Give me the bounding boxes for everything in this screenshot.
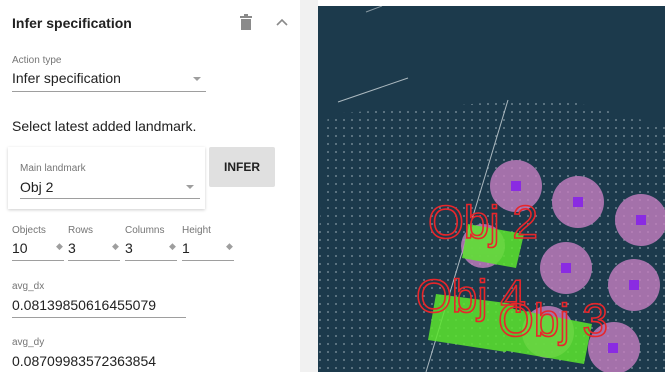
objects-underline — [12, 260, 64, 261]
columns-stepper-icon[interactable]: ◆ — [169, 242, 176, 251]
rows-stepper-icon[interactable]: ◆ — [112, 242, 119, 251]
obj-2-label: Obj 2 — [428, 196, 538, 248]
objects-stepper-icon[interactable]: ◆ — [56, 242, 63, 251]
columns-input[interactable]: 3 — [125, 240, 133, 256]
main-landmark-select[interactable]: Obj 2 — [20, 179, 53, 195]
main-landmark-card: Main landmark Obj 2 — [8, 147, 205, 209]
columns-underline — [125, 260, 177, 261]
objects-input[interactable]: 10 — [12, 240, 28, 256]
avg-dx-underline — [12, 317, 186, 318]
height-label: Height — [182, 225, 211, 236]
rows-underline — [68, 260, 120, 261]
avg-dy-input[interactable]: 0.08709983572363854 — [12, 353, 156, 369]
panel-gutter — [300, 0, 318, 372]
3d-viewport[interactable]: Obj 2 Obj 4 Obj 3 — [318, 6, 665, 372]
trash-icon[interactable] — [240, 14, 252, 30]
action-type-label: Action type — [12, 55, 62, 66]
objects-label: Objects — [12, 225, 46, 236]
chevron-down-icon[interactable] — [193, 77, 201, 81]
chevron-down-icon[interactable] — [186, 185, 194, 189]
obj-3-label: Obj 3 — [498, 294, 608, 346]
action-type-select[interactable]: Infer specification — [12, 70, 121, 86]
avg-dy-label: avg_dy — [12, 337, 45, 348]
avg-dx-label: avg_dx — [12, 281, 45, 292]
infer-button[interactable]: INFER — [209, 147, 275, 187]
avg-dx-input[interactable]: 0.08139850616455079 — [12, 297, 156, 313]
viewport-canvas[interactable]: Obj 2 Obj 4 Obj 3 — [318, 6, 665, 372]
main-landmark-underline — [20, 198, 200, 199]
rows-input[interactable]: 3 — [68, 240, 76, 256]
action-panel: Infer specification Action type Infer sp… — [0, 0, 300, 372]
action-type-underline — [12, 91, 206, 92]
height-stepper-icon[interactable]: ◆ — [226, 242, 233, 251]
chevron-up-icon[interactable] — [276, 18, 288, 26]
main-landmark-label: Main landmark — [20, 163, 86, 174]
height-input[interactable]: 1 — [182, 240, 190, 256]
panel-title: Infer specification — [12, 15, 132, 31]
columns-label: Columns — [125, 225, 165, 236]
rows-label: Rows — [68, 225, 94, 236]
helper-text: Select latest added landmark. — [12, 118, 197, 134]
height-underline — [182, 260, 234, 261]
